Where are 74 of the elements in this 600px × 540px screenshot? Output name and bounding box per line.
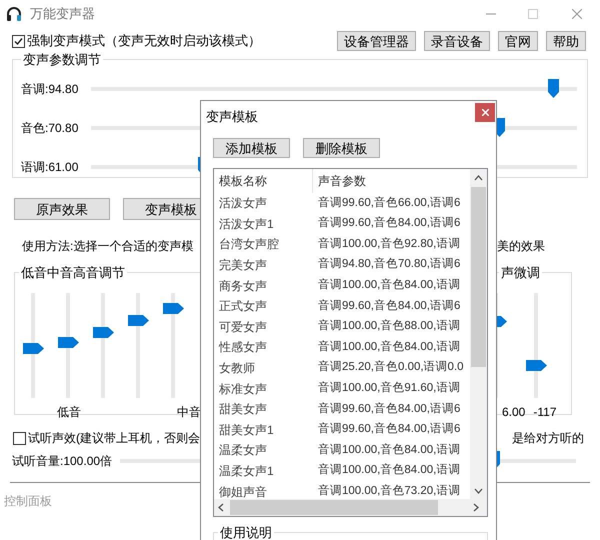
template-params: 音调25.20,音色0.00,语调0.0 (317, 359, 464, 376)
vertical-scrollbar[interactable] (470, 169, 487, 499)
usage-text: 美的效果 (497, 238, 545, 255)
slider-label: 语调:61.00 (21, 159, 80, 176)
checkbox-label: 强制变声模式（变声无效时启动该模式） (27, 32, 261, 50)
slider-label: -117 (533, 404, 556, 420)
group-title: 使用说明 (219, 524, 273, 540)
checkbox-label: 是给对方听的 (512, 430, 584, 447)
slider-thumb[interactable] (128, 314, 149, 326)
usage-text: 使用方法:选择一个合适的变声模 (22, 238, 194, 255)
template-name[interactable]: 完美女声 (214, 256, 313, 274)
template-params: 音调94.80,音色70.80,语调6 (317, 256, 460, 272)
column-header[interactable]: 声音参数 (313, 172, 366, 190)
slider-label: 6.00 (502, 404, 526, 420)
template-name[interactable]: 正式女声 (214, 297, 313, 316)
status-text: 控制面板 (4, 494, 52, 508)
slider-label: 低音 (57, 404, 81, 420)
button[interactable]: 原声效果 (14, 198, 110, 220)
template-params: 音调99.60,音色84.00,语调6 (317, 401, 460, 417)
template-params: 音调99.60,音色84.00,语调6 (317, 421, 460, 438)
template-name[interactable]: 温柔女声 (214, 441, 313, 460)
button[interactable]: 录音设备 (424, 31, 490, 51)
slider-label: 音色:70.80 (21, 120, 80, 137)
column-header[interactable]: 模板名称 (214, 169, 313, 193)
template-params: 音调100.00,音色92.80,语调 (317, 236, 460, 252)
template-params: 音调100.00,音色91.60,语调 (317, 380, 460, 396)
slider-thumb[interactable] (548, 79, 559, 98)
template-params: 音调100.00,音色88.00,语调 (317, 318, 460, 334)
template-name[interactable]: 台湾女声腔 (214, 235, 313, 254)
slider-thumb[interactable] (163, 303, 184, 314)
template-params: 音调99.60,音色84.00,语调6 (317, 298, 460, 314)
group-title: 低音中音高音调节 (20, 264, 126, 282)
button[interactable]: 官网 (498, 31, 538, 51)
checkbox[interactable] (13, 432, 26, 444)
template-name[interactable]: 商务女声 (214, 276, 313, 295)
template-params: 音调99.60,音色66.00,语调6 (317, 195, 460, 211)
slider-label: 中音 (177, 404, 201, 420)
close-icon (482, 109, 488, 116)
template-params: 音调100.00,音色73.20,语调 (317, 483, 460, 499)
template-name[interactable]: 可爱女声 (214, 318, 313, 336)
slider-thumb[interactable] (93, 327, 114, 338)
slider-label: 音调:94.80 (21, 81, 80, 98)
template-name[interactable]: 标准女声 (214, 380, 313, 398)
template-params: 音调100.00,音色84.00,语调 (317, 277, 460, 294)
button[interactable]: 设备管理器 (337, 31, 416, 51)
template-name[interactable]: 温柔女声1 (214, 462, 313, 480)
dialog-title: 变声模板 (206, 108, 258, 126)
template-name[interactable]: 甜美女声 (214, 400, 313, 418)
volume-label: 试听音量:100.00倍 (12, 453, 114, 470)
group-title: 声微调 (500, 264, 541, 282)
slider-thumb[interactable] (526, 360, 547, 371)
template-params: 音调100.00,音色84.00,语调 (317, 462, 460, 478)
headphones-icon (6, 6, 22, 22)
checkbox[interactable] (12, 34, 25, 48)
window-title: 万能变声器 (30, 5, 95, 24)
slider-thumb[interactable] (58, 336, 79, 348)
template-params: 音调100.00,音色84.00,语调 (317, 442, 460, 458)
scrollbar-thumb[interactable] (471, 187, 486, 367)
button[interactable]: 添加模板 (213, 138, 290, 158)
button[interactable]: 帮助 (546, 31, 586, 51)
close-button[interactable] (475, 103, 495, 122)
template-name[interactable]: 御姐声音 (214, 482, 313, 499)
checkbox-label: 试听声效(建议带上耳机，否则会 (28, 430, 200, 447)
horizontal-scrollbar[interactable] (214, 499, 487, 516)
slider-thumb[interactable] (23, 343, 44, 354)
template-name[interactable]: 性感女声 (214, 338, 313, 356)
scrollbar-thumb[interactable] (230, 500, 438, 515)
template-params: 音调99.60,音色84.00,语调6 (317, 215, 460, 232)
template-name[interactable]: 女教师 (214, 359, 313, 378)
close-icon[interactable] (572, 9, 582, 19)
group-title: 变声参数调节 (22, 51, 102, 69)
template-params: 音调100.00,音色84.00,语调 (317, 339, 460, 355)
template-name[interactable]: 甜美女声1 (214, 420, 313, 439)
button[interactable]: 删除模板 (303, 138, 380, 158)
